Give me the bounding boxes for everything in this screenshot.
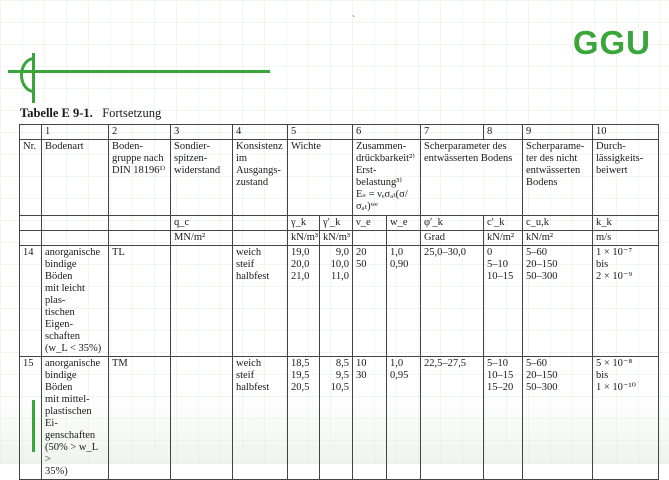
row-konsistenz: weich steif halbfest — [232, 356, 288, 480]
caption-suffix: Fortsetzung — [102, 106, 162, 120]
colnum-cell: 10 — [592, 124, 659, 140]
symbol-cell: ν_e — [352, 215, 387, 231]
header-row: Nr. Bodenart Boden- gruppe nach DIN 1819… — [19, 139, 659, 216]
unit-cell — [41, 230, 109, 246]
colnum-cell: 5 — [287, 124, 353, 140]
row-konsistenz: weich steif halbfest — [232, 245, 288, 357]
unit-cell: kN/m² — [522, 230, 593, 246]
colnum-cell: 7 — [420, 124, 484, 140]
row-kohaesion: 0 5–10 10–15 — [483, 245, 523, 357]
symbol-cell — [232, 215, 288, 231]
row-nr: 14 — [19, 245, 42, 357]
decor-horizontal-line — [8, 70, 270, 73]
row-bodenart: anorganische bindige Böden mit mittel- p… — [41, 356, 109, 480]
colnum-cell: 9 — [522, 124, 593, 140]
unit-cell — [19, 230, 42, 246]
row-undrained-cohesion: 5–60 20–150 50–300 — [522, 356, 593, 480]
header-zusammendrueckbarkeit: Zusammen- drückbarkeit²⁾ Erst- belastung… — [352, 139, 421, 216]
header-bodengruppe: Boden- gruppe nach DIN 18196¹⁾ — [108, 139, 171, 216]
unit-cell: MN/m² — [170, 230, 233, 246]
table-row: 15 anorganische bindige Böden mit mittel… — [19, 356, 659, 480]
unit-cell: kN/m³ — [287, 230, 320, 246]
row-we: 1,0 0,90 — [386, 245, 421, 357]
unit-cell — [352, 230, 387, 246]
header-durchlaessigkeitsbeiwert: Durch- lässigkeits- beiwert — [592, 139, 659, 216]
symbol-cell: γ′_k — [319, 215, 353, 231]
symbol-cell: c_u,k — [522, 215, 593, 231]
colnum-cell: 8 — [483, 124, 523, 140]
row-bodenart: anorganische bindige Böden mit leicht pl… — [41, 245, 109, 357]
symbol-cell: c′_k — [483, 215, 523, 231]
unit-cell: m/s — [592, 230, 659, 246]
unit-cell: kN/m² — [483, 230, 523, 246]
row-wichte: 18,5 19,5 20,5 — [287, 356, 320, 480]
row-durchlaessigkeit: 5 × 10⁻⁸ bis 1 × 10⁻¹⁰ — [592, 356, 659, 480]
symbol-cell: w_e — [386, 215, 421, 231]
table-row: 14 anorganische bindige Böden mit leicht… — [19, 245, 659, 357]
caption-number: Tabelle E 9-1. — [20, 106, 93, 120]
symbol-cell: k_k — [592, 215, 659, 231]
unit-cell: Grad — [420, 230, 484, 246]
colnum-cell: 1 — [41, 124, 109, 140]
row-reibungswinkel: 22,5–27,5 — [420, 356, 484, 480]
symbol-cell — [41, 215, 109, 231]
row-sondier — [170, 245, 233, 357]
symbol-cell: q_c — [170, 215, 233, 231]
unit-cell — [108, 230, 171, 246]
colnum-cell — [19, 124, 42, 140]
unit-cell: kN/m³ — [319, 230, 353, 246]
header-bodenart: Bodenart — [41, 139, 109, 216]
header-sondierspitzenwiderstand: Sondier- spitzen- widerstand — [170, 139, 233, 216]
header-scherparameter-entwaessert: Scherparameter des entwässerten Bodens — [420, 139, 523, 216]
unit-cell — [232, 230, 288, 246]
soil-parameter-table: 1 2 3 4 5 6 7 8 9 10 Nr. Bodenart Boden-… — [19, 124, 659, 480]
unit-row: MN/m² kN/m³ kN/m³ Grad kN/m² kN/m² m/s — [19, 230, 659, 246]
row-ve: 20 50 — [352, 245, 387, 357]
symbol-row: q_c γ_k γ′_k ν_e w_e φ′_k c′_k c_u,k k_k — [19, 215, 659, 231]
row-wichte-auftrieb: 9,0 10,0 11,0 — [319, 245, 353, 357]
ggu-logo: GGU — [572, 24, 651, 61]
unit-cell — [386, 230, 421, 246]
row-bodengruppe: TL — [108, 245, 171, 357]
column-number-row: 1 2 3 4 5 6 7 8 9 10 — [19, 124, 659, 140]
symbol-cell — [108, 215, 171, 231]
header-wichte: Wichte — [287, 139, 353, 216]
symbol-cell: φ′_k — [420, 215, 484, 231]
row-undrained-cohesion: 5–60 20–150 50–300 — [522, 245, 593, 357]
header-scherparameter-nicht-entwaessert: Scherparame- ter des nicht entwässerten … — [522, 139, 593, 216]
colnum-cell: 2 — [108, 124, 171, 140]
table-caption: Tabelle E 9-1. Fortsetzung — [20, 106, 161, 121]
row-wichte-auftrieb: 8,5 9,5 10,5 — [319, 356, 353, 480]
row-sondier — [170, 356, 233, 480]
header-nr: Nr. — [19, 139, 42, 216]
colnum-cell: 3 — [170, 124, 233, 140]
row-we: 1,0 0,95 — [386, 356, 421, 480]
row-kohaesion: 5–10 10–15 15–20 — [483, 356, 523, 480]
dust-speck: ` — [352, 14, 355, 24]
symbol-cell — [19, 215, 42, 231]
row-ve: 10 30 — [352, 356, 387, 480]
colnum-cell: 4 — [232, 124, 288, 140]
row-wichte: 19,0 20,0 21,0 — [287, 245, 320, 357]
row-nr: 15 — [19, 356, 42, 480]
header-konsistenz: Konsistenz im Ausgangs- zustand — [232, 139, 288, 216]
colnum-cell: 6 — [352, 124, 421, 140]
row-durchlaessigkeit: 1 × 10⁻⁷ bis 2 × 10⁻⁹ — [592, 245, 659, 357]
row-reibungswinkel: 25,0–30,0 — [420, 245, 484, 357]
symbol-cell: γ_k — [287, 215, 320, 231]
row-bodengruppe: TM — [108, 356, 171, 480]
